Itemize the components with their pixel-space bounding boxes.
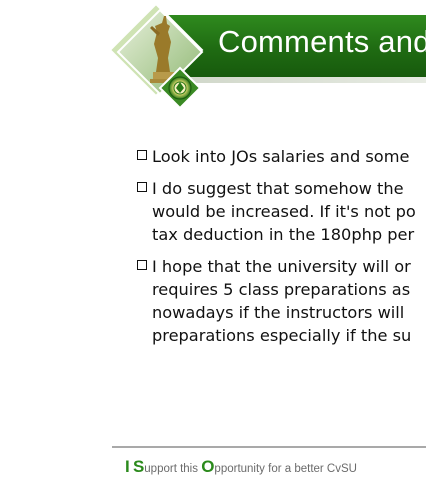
university-emblem (108, 2, 204, 108)
bullet-line: Look into JOs salaries and some (152, 147, 410, 166)
footer-letter-s: S (132, 457, 145, 476)
bullet-line: nowadays if the instructors will (152, 303, 405, 322)
bullet-line: requires 5 class preparations as (152, 280, 411, 299)
slide-title: Comments and (218, 24, 426, 59)
bullet-item: I hope that the university will or requi… (136, 255, 426, 347)
bullet-line: I do suggest that somehow the (152, 179, 404, 198)
checkbox-bullet-icon (137, 150, 147, 160)
bullet-item: I do suggest that somehow the would be i… (136, 177, 426, 246)
footer-letter-o: O (201, 457, 215, 476)
checkbox-bullet-icon (137, 260, 147, 270)
checkbox-bullet-icon (137, 182, 147, 192)
bullet-list: Look into JOs salaries and some I do sug… (136, 145, 426, 356)
footer-divider (112, 446, 426, 448)
bullet-line: preparations especially if the su (152, 326, 412, 345)
footer-text-s: upport this (144, 463, 202, 475)
bullet-line: tax deduction in the 180php per (152, 225, 415, 244)
bullet-line: I hope that the university will or (152, 257, 411, 276)
bullet-line: would be increased. If it's not po (152, 202, 416, 221)
footer-tagline: I Support this Opportunity for a better … (125, 457, 357, 477)
bullet-item: Look into JOs salaries and some (136, 145, 426, 168)
slide: Comments and Look into JOs salaries and … (0, 0, 426, 480)
university-seal-icon (168, 76, 192, 100)
footer-text-o: pportunity for a better CvSU (214, 463, 357, 475)
footer-letter-i: I (125, 457, 130, 476)
